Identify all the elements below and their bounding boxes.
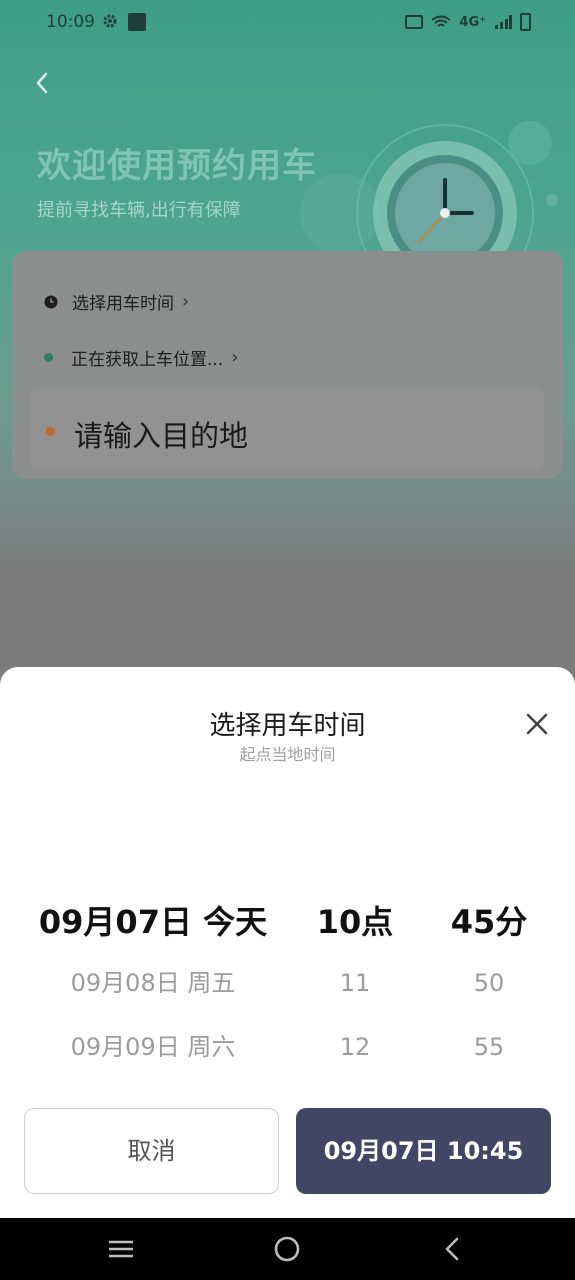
home-icon[interactable] — [270, 1232, 304, 1266]
destination-input[interactable]: 请输入目的地 — [30, 387, 544, 471]
hour-wheel[interactable]: 10点 11 12 — [300, 899, 410, 1089]
minute-option[interactable]: 50 — [430, 961, 548, 1025]
select-time-row[interactable]: 选择用车时间 › — [44, 289, 189, 314]
date-option[interactable]: 09月08日 周五 — [20, 961, 286, 1025]
sheet-subtitle: 起点当地时间 — [239, 745, 336, 764]
date-option-selected[interactable]: 09月07日 今天 — [20, 899, 286, 961]
minute-option-selected[interactable]: 45分 — [430, 899, 548, 961]
network-type: 4G⁺ — [459, 14, 486, 30]
menu-icon[interactable] — [104, 1232, 138, 1266]
trip-card: 选择用车时间 › 正在获取上车位置... › 请输入目的地 — [12, 251, 563, 479]
time-picker-sheet: 选择用车时间 起点当地时间 09月07日 今天 09月08日 周五 09月09日… — [0, 667, 575, 1218]
gear-icon — [103, 14, 117, 28]
clock-icon — [44, 295, 58, 308]
page-subtitle: 提前寻找车辆,出行有保障 — [37, 200, 241, 221]
select-time-label: 选择用车时间 — [72, 294, 174, 314]
time-picker-wheels: 09月07日 今天 09月08日 周五 09月09日 周六 10点 11 12 … — [0, 899, 575, 1079]
sheet-title: 选择用车时间 — [209, 711, 366, 741]
status-time: 10:09 — [46, 12, 95, 32]
hour-option[interactable]: 11 — [300, 961, 410, 1025]
signal-icon — [495, 15, 512, 29]
hour-option[interactable]: 12 — [300, 1025, 410, 1089]
close-icon — [526, 713, 548, 735]
clock-illustration-icon — [300, 121, 558, 268]
hour-option-selected[interactable]: 10点 — [300, 899, 410, 961]
back-button[interactable] — [28, 66, 58, 100]
pickup-dot-icon — [44, 353, 53, 362]
chevron-right-icon: › — [182, 291, 190, 312]
close-button[interactable] — [522, 709, 552, 739]
pickup-location-label: 正在获取上车位置... — [71, 350, 224, 370]
cancel-button[interactable]: 取消 — [24, 1108, 279, 1194]
pickup-location-row[interactable]: 正在获取上车位置... › — [44, 345, 238, 370]
chevron-right-icon: › — [231, 347, 239, 368]
back-nav-icon[interactable] — [436, 1232, 470, 1266]
confirm-time-button[interactable]: 09月07日 10:45 — [296, 1108, 551, 1194]
battery-icon — [520, 13, 531, 31]
destination-dot-icon — [46, 427, 55, 436]
date-option[interactable]: 09月09日 周六 — [20, 1025, 286, 1089]
mail-icon — [128, 13, 146, 31]
status-bar: 10:09 4G⁺ — [0, 0, 575, 46]
minute-option[interactable]: 55 — [430, 1025, 548, 1089]
system-nav-bar — [0, 1218, 575, 1280]
status-right-icons: 4G⁺ — [405, 13, 531, 31]
date-wheel[interactable]: 09月07日 今天 09月08日 周五 09月09日 周六 — [20, 899, 286, 1089]
destination-placeholder: 请输入目的地 — [74, 419, 249, 453]
chevron-left-icon — [36, 72, 48, 94]
wifi-icon — [431, 15, 452, 27]
page-title: 欢迎使用预约用车 — [37, 146, 317, 186]
vibrate-icon — [405, 15, 424, 29]
minute-wheel[interactable]: 45分 50 55 — [430, 899, 548, 1089]
